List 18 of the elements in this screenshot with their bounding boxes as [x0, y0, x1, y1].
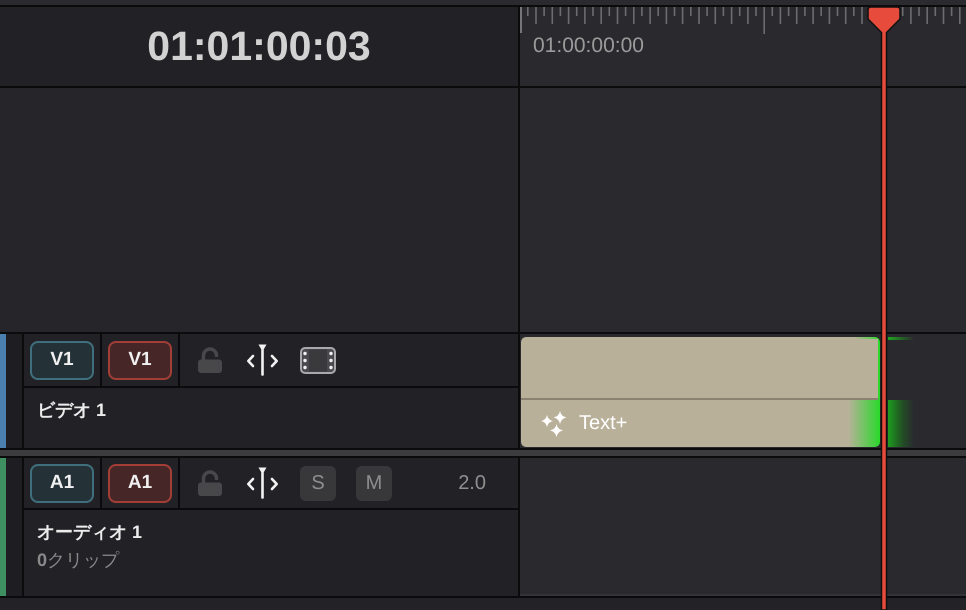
track-name: ビデオ 1	[37, 399, 106, 421]
source-patch-button[interactable]: A1	[30, 464, 94, 502]
track-name: オーディオ 1	[37, 521, 142, 543]
channel-format: 2.0	[458, 472, 486, 494]
ruler-timecode: 01:00:00:00	[533, 34, 644, 58]
solo-button[interactable]: S	[300, 466, 336, 500]
destination-patch-button[interactable]: A1	[108, 464, 172, 502]
destination-patch-button[interactable]: V1	[108, 340, 172, 380]
sparkle-icon	[541, 410, 567, 436]
source-patch-button[interactable]: V1	[30, 340, 94, 380]
clip-count: 0クリップ	[37, 549, 120, 571]
mute-button[interactable]: M	[356, 466, 392, 500]
pin-arrows-icon[interactable]	[245, 344, 280, 376]
playhead[interactable]	[867, 6, 901, 610]
pin-arrows-icon[interactable]	[245, 467, 280, 499]
timecode: 01:01:00:03	[147, 23, 371, 70]
film-icon[interactable]	[300, 346, 336, 374]
clip-title: Text+	[579, 412, 628, 435]
